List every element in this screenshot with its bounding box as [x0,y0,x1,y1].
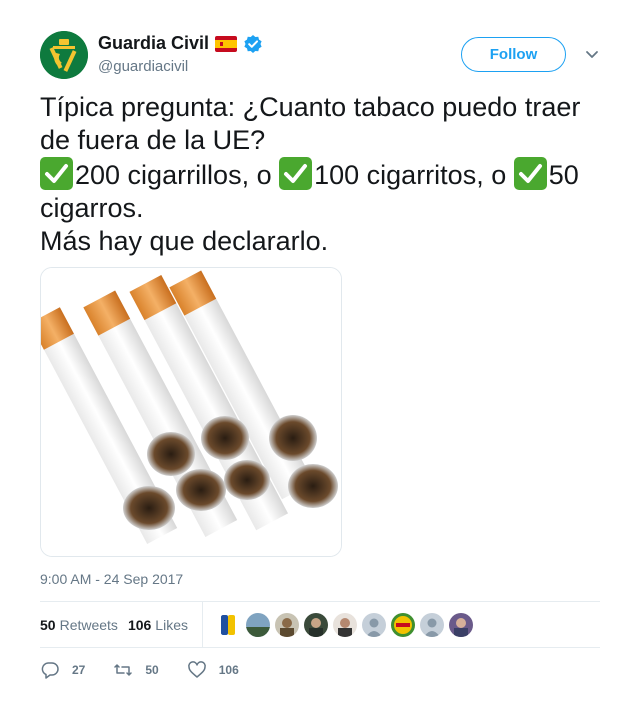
retweets-stat[interactable]: 50 Retweets [40,617,118,633]
like-button[interactable]: 106 [187,660,239,680]
tweet-timestamp[interactable]: 9:00 AM - 24 Sep 2017 [40,571,183,587]
option-cigarrillos: 200 cigarrillos, o [75,160,280,190]
retweet-icon [114,664,133,676]
liker-avatar[interactable] [216,612,241,637]
liker-avatar[interactable] [419,612,444,637]
like-count: 106 [218,663,239,677]
chevron-down-icon[interactable] [584,46,600,62]
liker-avatar[interactable] [332,612,357,637]
heart-icon [187,661,206,678]
tweet-actions: 27 50 106 [40,660,263,680]
likes-label: Likes [155,616,188,633]
liker-avatar[interactable] [274,612,299,637]
likes-stat[interactable]: 106 Likes [128,617,188,633]
tweet-text: Típica pregunta: ¿Cuanto tabaco puedo tr… [40,91,610,258]
white-check-mark-icon [279,157,313,190]
author-avatar[interactable] [40,31,88,79]
verified-badge-icon [243,34,263,54]
option-cigarritos: 100 cigarritos, o [314,160,514,190]
guardia-civil-emblem-icon [40,31,88,79]
retweets-label: Retweets [59,616,118,633]
cigarettes-photo [41,268,341,556]
tweet-media-photo[interactable] [40,267,342,557]
follow-button[interactable]: Follow [461,37,566,72]
likes-count: 106 [127,616,152,633]
author-name-row[interactable]: Guardia Civil [98,33,263,54]
engagement-stats: 50 Retweets 106 Likes [40,602,600,647]
retweets-count: 50 [40,616,56,633]
retweet-count: 50 [145,663,159,677]
white-check-mark-icon [513,157,547,190]
liker-avatar[interactable] [390,612,415,637]
retweet-button[interactable]: 50 [113,660,159,680]
white-check-mark-icon [40,157,73,190]
liker-avatars [216,612,473,637]
stats-separator [201,602,203,647]
tweet-line-declare: Más hay que declararlo. [40,226,329,256]
reply-button[interactable]: 27 [40,660,85,680]
author-display-name[interactable]: Guardia Civil [98,33,209,54]
reply-icon [41,662,59,679]
tweet-line-options: 200 cigarrillos, o 100 cigarritos, o 50 … [40,157,610,225]
divider [40,647,600,648]
author-handle[interactable]: @guardiacivil [98,58,188,75]
liker-avatar[interactable] [245,612,270,637]
liker-avatar[interactable] [303,612,328,637]
tweet-line-question: Típica pregunta: ¿Cuanto tabaco puedo tr… [40,92,581,155]
liker-avatar[interactable] [361,612,386,637]
spain-flag-icon [215,35,238,52]
reply-count: 27 [72,663,86,677]
liker-avatar[interactable] [448,612,473,637]
